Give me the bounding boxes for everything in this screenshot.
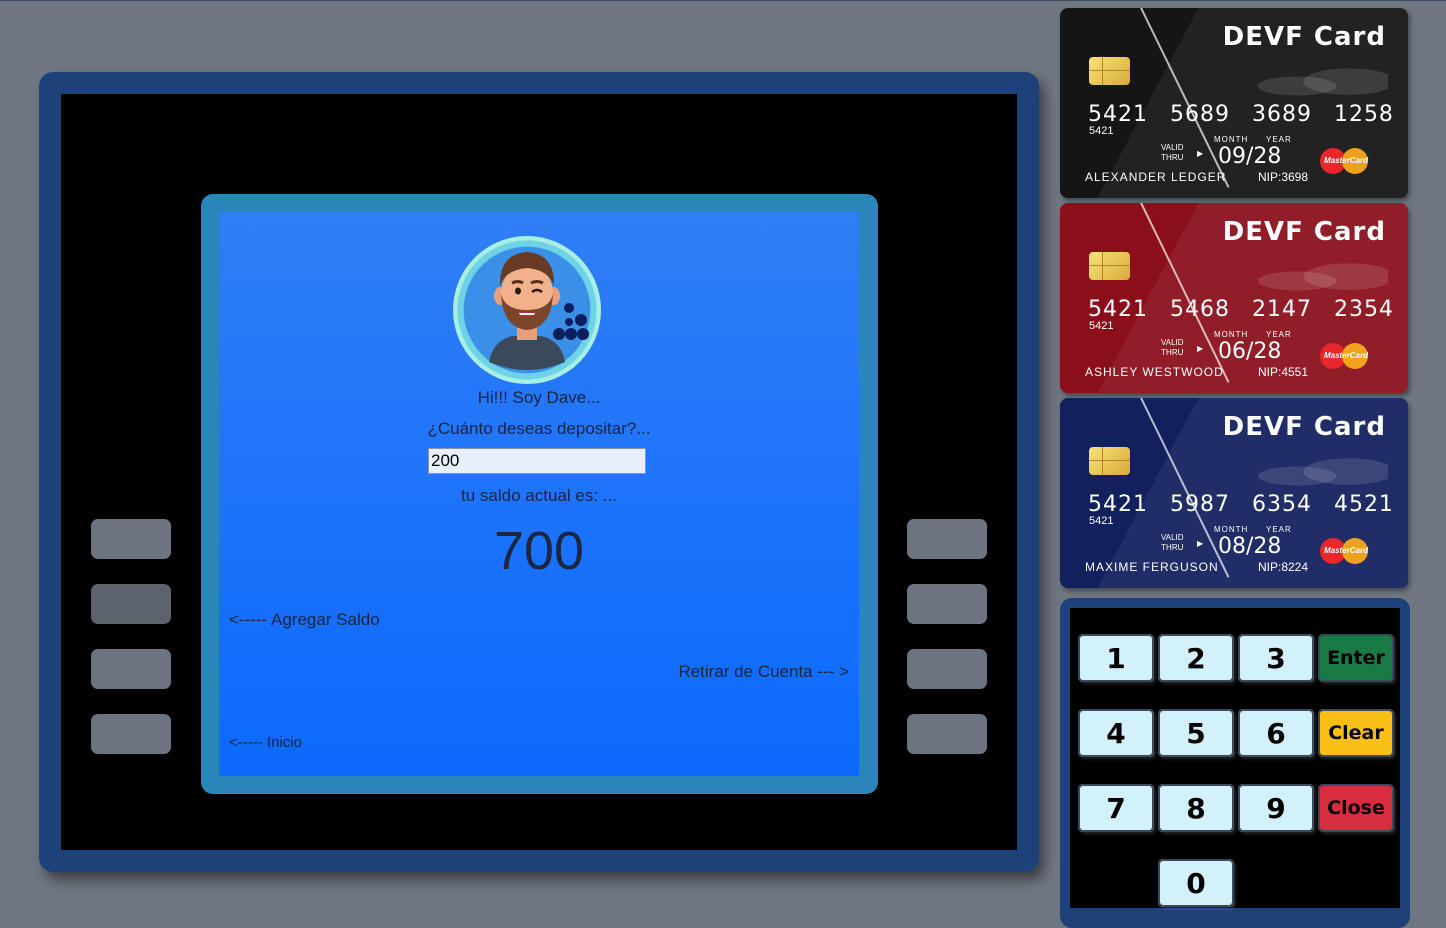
- key-4[interactable]: 4: [1078, 709, 1154, 757]
- month-label: MONTH: [1214, 135, 1249, 144]
- valid-thru-label: VALID THRU: [1161, 533, 1184, 552]
- right-side-button-1[interactable]: [907, 519, 987, 559]
- left-side-button-2[interactable]: [91, 584, 171, 624]
- card-nip: NIP:3698: [1258, 170, 1309, 184]
- deposit-question: ¿Cuánto deseas depositar?...: [427, 419, 651, 438]
- card-number-small: 5421: [1089, 515, 1114, 527]
- withdraw-link[interactable]: Retirar de Cuenta --- >: [678, 662, 849, 682]
- atm-screen: Hi!!! Soy Dave... ¿Cuánto deseas deposit…: [219, 212, 859, 776]
- card-number: 5421 5468 2147 2354: [1088, 297, 1394, 322]
- left-side-button-1[interactable]: [91, 519, 171, 559]
- balance-label: tu saldo actual es: ...: [461, 486, 617, 505]
- bearded-man-avatar-icon: [489, 252, 589, 370]
- atm-screen-frame: Hi!!! Soy Dave... ¿Cuánto deseas deposit…: [201, 194, 878, 794]
- card-nip: NIP:8224: [1258, 560, 1309, 574]
- mastercard-logo-icon: MasterCard: [1320, 343, 1372, 369]
- chip-icon: [1089, 57, 1130, 85]
- close-button[interactable]: Close: [1318, 784, 1394, 832]
- card-number: 5421 5987 6354 4521: [1088, 492, 1394, 517]
- key-5[interactable]: 5: [1158, 709, 1234, 757]
- chip-icon: [1089, 252, 1130, 280]
- key-7[interactable]: 7: [1078, 784, 1154, 832]
- card-expiry: 06/28: [1218, 339, 1282, 364]
- credit-card-3[interactable]: DEVF Card 5421 5987 6354 4521 5421 VALID…: [1060, 398, 1408, 588]
- card-holder: ASHLEY WESTWOOD: [1085, 365, 1224, 379]
- credit-card-1[interactable]: DEVF Card 5421 5689 3689 1258 5421 VALID…: [1060, 8, 1408, 198]
- clear-button[interactable]: Clear: [1318, 709, 1394, 757]
- card-expiry: 09/28: [1218, 144, 1282, 169]
- right-side-button-2[interactable]: [907, 584, 987, 624]
- key-9[interactable]: 9: [1238, 784, 1314, 832]
- card-title: DEVF Card: [1222, 22, 1386, 52]
- balance-value: 700: [493, 521, 585, 581]
- card-nip: NIP:4551: [1258, 365, 1309, 379]
- key-0[interactable]: 0: [1158, 859, 1234, 907]
- year-label: YEAR: [1266, 330, 1292, 339]
- card-title: DEVF Card: [1222, 412, 1386, 442]
- arrow-right-icon: ▶: [1197, 539, 1204, 548]
- year-label: YEAR: [1266, 525, 1292, 534]
- enter-button[interactable]: Enter: [1318, 634, 1394, 682]
- credit-card-2[interactable]: DEVF Card 5421 5468 2147 2354 5421 VALID…: [1060, 203, 1408, 393]
- key-6[interactable]: 6: [1238, 709, 1314, 757]
- card-title: DEVF Card: [1222, 217, 1386, 247]
- left-side-button-3[interactable]: [91, 649, 171, 689]
- card-number-small: 5421: [1089, 320, 1114, 332]
- card-holder: ALEXANDER LEDGER: [1085, 170, 1227, 184]
- chip-icon: [1089, 447, 1130, 475]
- month-label: MONTH: [1214, 525, 1249, 534]
- valid-thru-label: VALID THRU: [1161, 143, 1184, 162]
- card-number: 5421 5689 3689 1258: [1088, 102, 1394, 127]
- keypad-panel: 1 2 3 Enter 4 5 6 Clear 7 8 9 Close 0: [1070, 608, 1400, 908]
- right-side-button-4[interactable]: [907, 714, 987, 754]
- valid-thru-label: VALID THRU: [1161, 338, 1184, 357]
- key-2[interactable]: 2: [1158, 634, 1234, 682]
- right-side-button-3[interactable]: [907, 649, 987, 689]
- left-side-button-4[interactable]: [91, 714, 171, 754]
- add-balance-link[interactable]: <----- Agregar Saldo: [229, 610, 380, 630]
- avatar: [453, 236, 601, 384]
- mastercard-logo-icon: MasterCard: [1320, 148, 1372, 174]
- key-3[interactable]: 3: [1238, 634, 1314, 682]
- year-label: YEAR: [1266, 135, 1292, 144]
- card-number-small: 5421: [1089, 125, 1114, 137]
- mastercard-logo-icon: MasterCard: [1320, 538, 1372, 564]
- arrow-right-icon: ▶: [1197, 344, 1204, 353]
- arrow-right-icon: ▶: [1197, 149, 1204, 158]
- home-link[interactable]: <----- Inicio: [229, 734, 302, 751]
- month-label: MONTH: [1214, 330, 1249, 339]
- card-expiry: 08/28: [1218, 534, 1282, 559]
- key-1[interactable]: 1: [1078, 634, 1154, 682]
- deposit-amount-input[interactable]: [428, 448, 646, 474]
- keypad: 1 2 3 Enter 4 5 6 Clear 7 8 9 Close 0: [1060, 598, 1410, 928]
- card-holder: MAXIME FERGUSON: [1085, 560, 1219, 574]
- key-8[interactable]: 8: [1158, 784, 1234, 832]
- greeting-text: Hi!!! Soy Dave...: [477, 388, 601, 407]
